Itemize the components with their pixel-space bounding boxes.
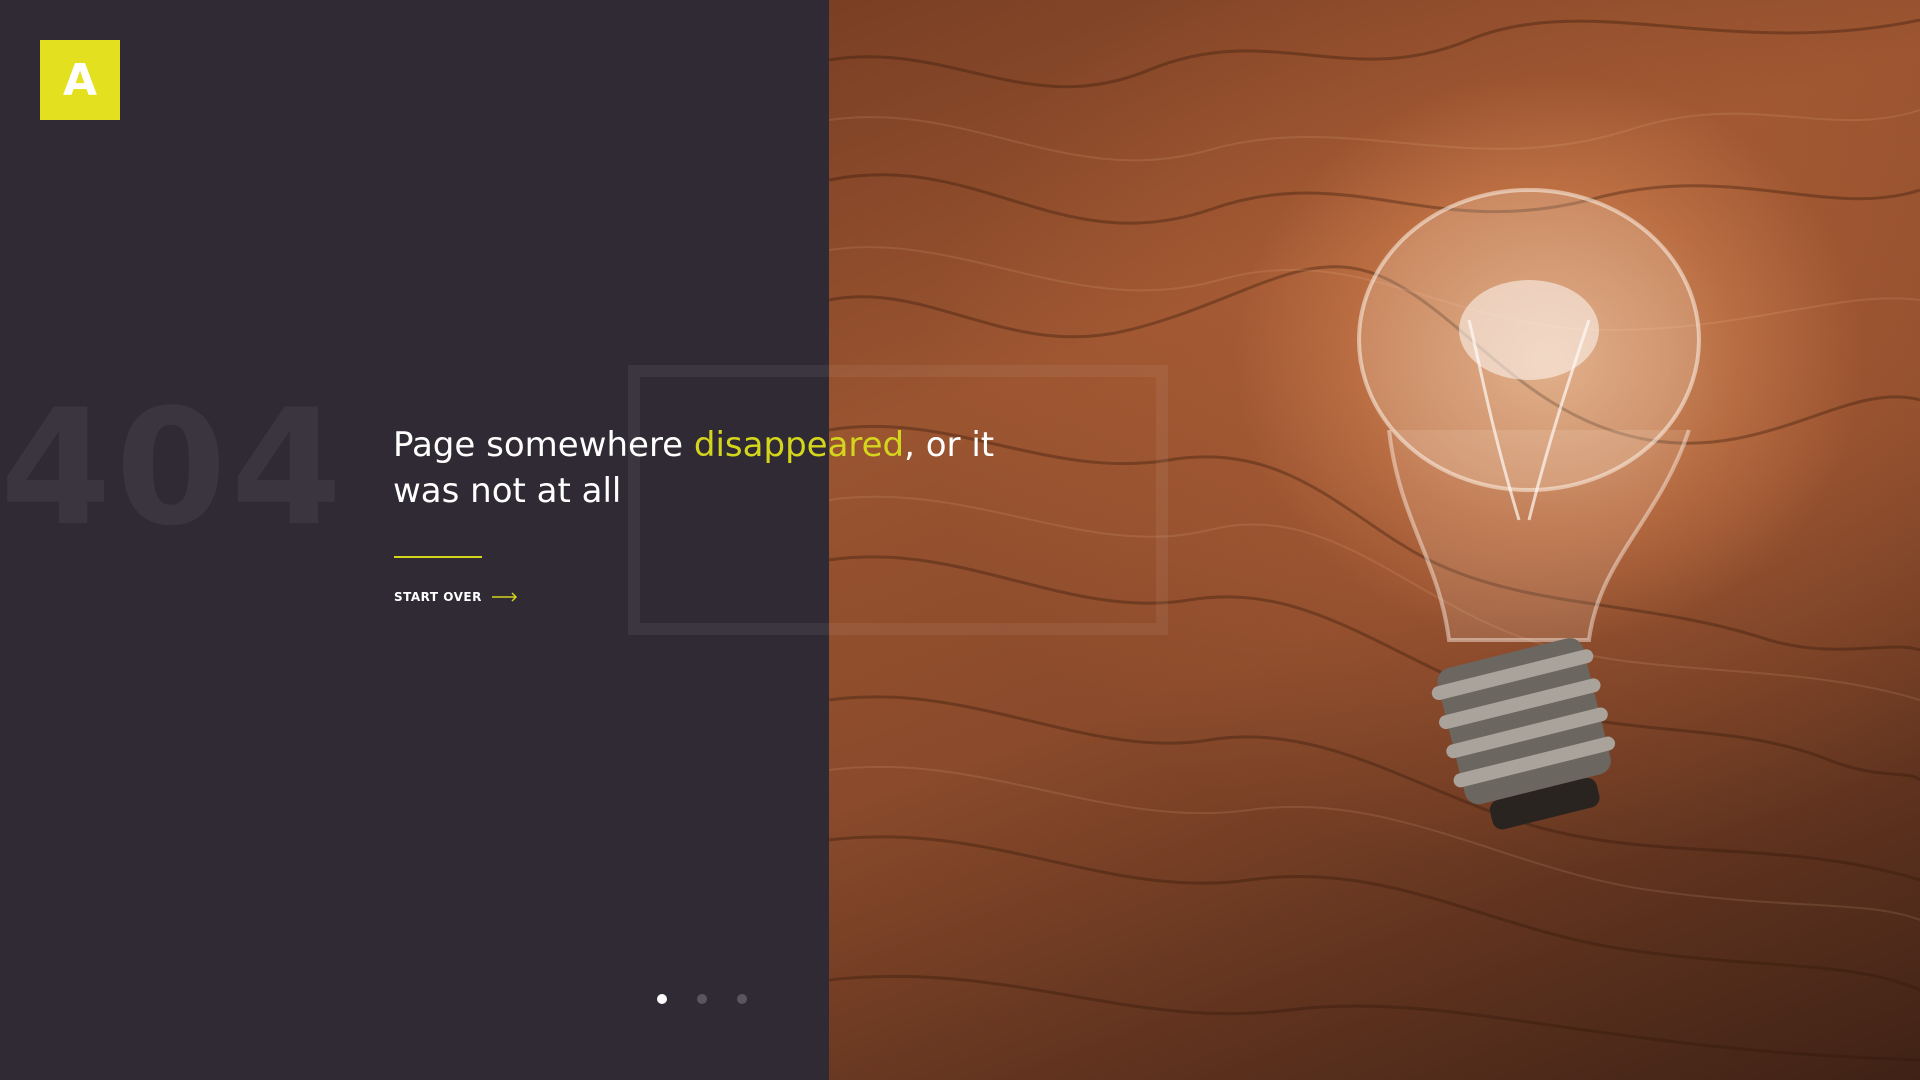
page-title: Page somewhere disappeared, or it was no… (393, 422, 1053, 514)
logo-letter: A (62, 54, 98, 106)
start-over-link[interactable]: START OVER (394, 590, 518, 604)
slide-pagination (657, 994, 747, 1004)
title-highlight: disappeared (693, 425, 905, 465)
title-part-1: Page somewhere (393, 425, 694, 465)
arrow-right-icon (491, 592, 517, 602)
brand-logo[interactable]: A (40, 40, 120, 120)
pagination-dot-1[interactable] (657, 994, 667, 1004)
error-code: 404 (0, 374, 346, 561)
start-over-label: START OVER (394, 590, 482, 604)
error-page: A 404 Page somewhere disappeared, or it … (0, 0, 1920, 1080)
pagination-dot-3[interactable] (737, 994, 747, 1004)
light-bulb-icon (1357, 188, 1701, 830)
accent-divider (394, 556, 482, 558)
pagination-dot-2[interactable] (697, 994, 707, 1004)
